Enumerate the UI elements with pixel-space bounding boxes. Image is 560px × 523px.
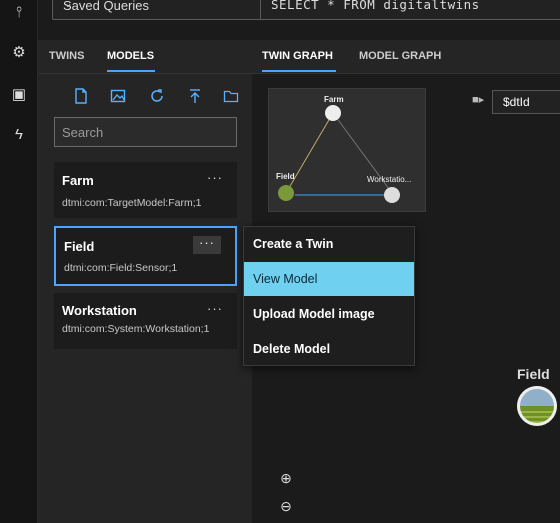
model-context-menu: Create a Twin View Model Upload Model im… [243, 226, 415, 366]
models-icon[interactable]: ⚙ [8, 42, 30, 64]
search-field[interactable] [54, 117, 237, 147]
graph-node-label: Field [517, 366, 550, 382]
models-panel: TWINS MODELS Farm dtmi:com:TargetModel:F… [38, 40, 252, 523]
graph-node-field[interactable] [517, 386, 557, 426]
top-bar: Saved Queries ⌄ SELECT * FROM digitaltwi… [38, 0, 560, 40]
label-property-select[interactable]: $dtId [492, 90, 560, 114]
tab-model-graph[interactable]: MODEL GRAPH [359, 50, 441, 62]
tab-underline [107, 70, 155, 72]
minimap-node-workstation: Workstatio... [367, 175, 412, 184]
menu-item-create-twin[interactable]: Create a Twin [244, 227, 414, 261]
icon-rail: ⫯ ⚙ ▣ ϟ [0, 0, 38, 523]
menu-item-view-model[interactable]: View Model [244, 262, 414, 296]
model-id: dtmi:com:TargetModel:Farm;1 [62, 197, 202, 209]
upload-icon[interactable] [186, 88, 204, 106]
more-options-button[interactable]: ··· [207, 170, 223, 185]
minimap-node-farm: Farm [324, 95, 344, 104]
more-options-button[interactable]: ··· [193, 236, 221, 254]
graph-minimap[interactable]: Farm Field Workstatio... [268, 88, 426, 212]
more-options-button[interactable]: ··· [207, 301, 223, 316]
zoom-out-icon[interactable]: ⊖ [276, 498, 296, 518]
zoom-in-icon[interactable]: ⊕ [276, 470, 296, 490]
lightning-icon[interactable]: ϟ [8, 124, 30, 146]
model-id: dtmi:com:Field:Sensor;1 [64, 262, 178, 274]
model-card-field[interactable]: Field dtmi:com:Field:Sensor;1 ··· [54, 226, 237, 286]
folder-icon[interactable] [222, 88, 240, 106]
model-card-farm[interactable]: Farm dtmi:com:TargetModel:Farm;1 ··· [54, 162, 237, 218]
model-card-workstation[interactable]: Workstation dtmi:com:System:Workstation;… [54, 293, 237, 349]
briefcase-icon[interactable]: ▣ [8, 84, 30, 106]
model-name: Field [64, 239, 95, 254]
tab-twins[interactable]: TWINS [49, 50, 84, 62]
graph-icon[interactable]: ⫯ [8, 2, 30, 24]
saved-queries-dropdown[interactable]: Saved Queries ⌄ [52, 0, 278, 20]
graph-tabs: TWIN GRAPH MODEL GRAPH [252, 40, 560, 74]
minimap-node-field: Field [276, 172, 295, 181]
model-id: dtmi:com:System:Workstation;1 [62, 323, 210, 335]
label-tag-icon: ■▸ [472, 94, 485, 106]
chevron-down-icon: ⌄ [63, 0, 74, 10]
query-text: SELECT * FROM digitaltwins [271, 0, 480, 12]
image-upload-icon[interactable] [109, 88, 127, 106]
model-name: Workstation [62, 303, 137, 318]
tab-twin-graph[interactable]: TWIN GRAPH [262, 50, 333, 62]
new-model-icon[interactable] [72, 88, 90, 106]
refresh-icon[interactable] [148, 88, 166, 106]
menu-item-delete-model[interactable]: Delete Model [244, 332, 414, 366]
search-input[interactable] [55, 118, 236, 146]
query-input[interactable]: SELECT * FROM digitaltwins [260, 0, 560, 20]
tab-models[interactable]: MODELS [107, 50, 154, 62]
panel-tabs: TWINS MODELS [38, 40, 252, 74]
menu-item-upload-image[interactable]: Upload Model image [244, 297, 414, 331]
tab-underline [262, 70, 336, 72]
model-name: Farm [62, 173, 94, 188]
label-property-value: $dtId [503, 95, 530, 109]
